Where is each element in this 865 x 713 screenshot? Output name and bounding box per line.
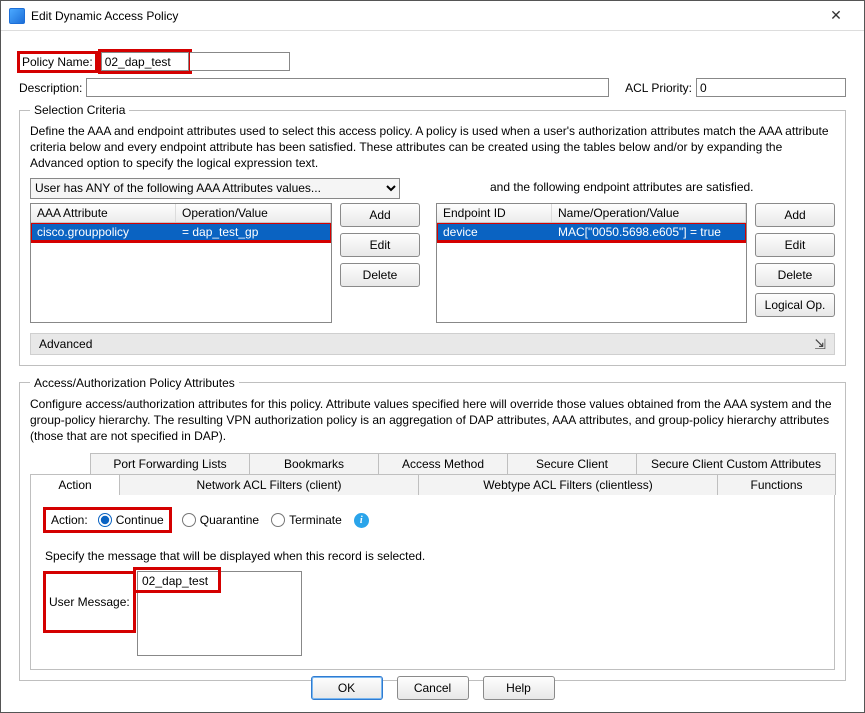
endpoint-note: and the following endpoint attributes ar… xyxy=(490,180,754,194)
aaa-attribute-list[interactable]: AAA Attribute Operation/Value cisco.grou… xyxy=(30,203,332,323)
access-attrs-group: Access/Authorization Policy Attributes C… xyxy=(19,376,846,682)
aaa-add-button[interactable]: Add xyxy=(340,203,420,227)
ep-row-id: device xyxy=(437,223,552,241)
action-tab-panel: Action: Continue Quarantine Terminate xyxy=(30,494,835,670)
radio-terminate-label: Terminate xyxy=(289,513,342,527)
radio-continue-input[interactable] xyxy=(98,513,112,527)
tab-port-forwarding[interactable]: Port Forwarding Lists xyxy=(90,453,250,474)
cancel-button[interactable]: Cancel xyxy=(397,676,469,700)
radio-quarantine[interactable]: Quarantine xyxy=(182,513,259,527)
policy-name-input[interactable] xyxy=(101,52,189,71)
policy-name-extra xyxy=(190,52,290,71)
user-message-text[interactable] xyxy=(137,571,302,656)
endpoint-attribute-list[interactable]: Endpoint ID Name/Operation/Value device … xyxy=(436,203,747,323)
tab-functions[interactable]: Functions xyxy=(717,474,836,495)
acl-priority-label: ACL Priority: xyxy=(625,81,692,95)
ep-col-op: Name/Operation/Value xyxy=(552,204,746,222)
aaa-row[interactable]: cisco.grouppolicy = dap_test_gp xyxy=(31,223,331,241)
radio-quarantine-input[interactable] xyxy=(182,513,196,527)
selection-criteria-group: Selection Criteria Define the AAA and en… xyxy=(19,103,846,366)
aaa-row-attr: cisco.grouppolicy xyxy=(31,223,176,241)
radio-continue-label: Continue xyxy=(116,513,164,527)
aaa-row-op: = dap_test_gp xyxy=(176,223,331,241)
access-attrs-desc: Configure access/authorization attribute… xyxy=(30,396,835,445)
ep-logical-button[interactable]: Logical Op. xyxy=(755,293,835,317)
selection-criteria-legend: Selection Criteria xyxy=(30,103,129,117)
aaa-edit-button[interactable]: Edit xyxy=(340,233,420,257)
description-label: Description: xyxy=(19,81,82,95)
policy-name-label: Policy Name: xyxy=(19,53,96,71)
info-icon[interactable]: i xyxy=(354,513,369,528)
help-button[interactable]: Help xyxy=(483,676,555,700)
tab-network-acl[interactable]: Network ACL Filters (client) xyxy=(119,474,419,495)
aaa-col-attribute: AAA Attribute xyxy=(31,204,176,222)
tab-secure-client[interactable]: Secure Client xyxy=(507,453,637,474)
ok-button[interactable]: OK xyxy=(311,676,383,700)
ep-row-op: MAC["0050.5698.e605"] = true xyxy=(552,223,746,241)
acl-priority-input[interactable] xyxy=(696,78,846,97)
action-label: Action: xyxy=(51,513,88,527)
radio-quarantine-label: Quarantine xyxy=(200,513,259,527)
radio-terminate[interactable]: Terminate xyxy=(271,513,342,527)
tab-access-method[interactable]: Access Method xyxy=(378,453,508,474)
ep-delete-button[interactable]: Delete xyxy=(755,263,835,287)
tab-action[interactable]: Action xyxy=(30,474,120,495)
titlebar: Edit Dynamic Access Policy ✕ xyxy=(1,1,864,31)
radio-continue[interactable]: Continue xyxy=(98,513,164,527)
access-attrs-legend: Access/Authorization Policy Attributes xyxy=(30,376,239,390)
tab-bookmarks[interactable]: Bookmarks xyxy=(249,453,379,474)
ep-row[interactable]: device MAC["0050.5698.e605"] = true xyxy=(437,223,746,241)
advanced-label: Advanced xyxy=(39,337,92,351)
aaa-delete-button[interactable]: Delete xyxy=(340,263,420,287)
ep-col-id: Endpoint ID xyxy=(437,204,552,222)
close-icon[interactable]: ✕ xyxy=(816,3,856,29)
window-title: Edit Dynamic Access Policy xyxy=(31,9,178,23)
tab-secure-client-custom[interactable]: Secure Client Custom Attributes xyxy=(636,453,836,474)
expand-icon: ⇲ xyxy=(814,337,826,351)
app-icon xyxy=(9,8,25,24)
tab-webtype-acl[interactable]: Webtype ACL Filters (clientless) xyxy=(418,474,718,495)
user-message-label: User Message: xyxy=(45,571,137,659)
dialog-footer: OK Cancel Help xyxy=(1,676,864,700)
selection-criteria-desc: Define the AAA and endpoint attributes u… xyxy=(30,123,835,172)
advanced-toggle[interactable]: Advanced ⇲ xyxy=(30,333,835,355)
user-message-intro: Specify the message that will be display… xyxy=(45,549,820,563)
aaa-match-combo[interactable]: User has ANY of the following AAA Attrib… xyxy=(30,178,400,199)
aaa-col-operation: Operation/Value xyxy=(176,204,331,222)
ep-edit-button[interactable]: Edit xyxy=(755,233,835,257)
ep-add-button[interactable]: Add xyxy=(755,203,835,227)
description-input[interactable] xyxy=(86,78,609,97)
radio-terminate-input[interactable] xyxy=(271,513,285,527)
